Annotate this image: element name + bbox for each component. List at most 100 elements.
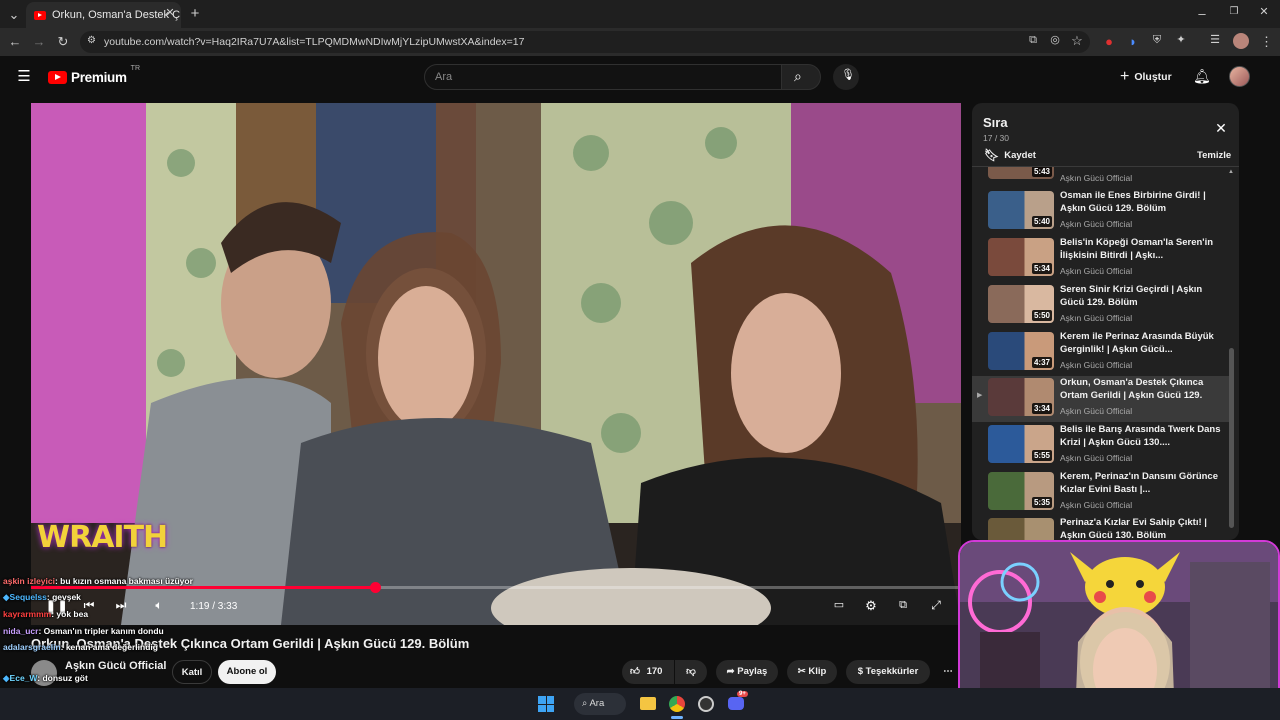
chat-message: kayrarmmm: yok bea [3,609,88,619]
clip-button[interactable]: ✂ Klip [787,660,837,684]
window-close-icon[interactable]: ✕ [1258,7,1270,18]
chrome-icon[interactable] [669,696,685,712]
queue-item[interactable]: 5:34 Belis'in Köpeği Osman'la Seren'in İl… [972,236,1234,282]
save-label: Kaydet [1004,149,1036,161]
channel-name[interactable]: Aşkın Gücü Official [65,660,166,672]
queue-item-channel: Aşkın Gücü Official [1060,500,1133,510]
queue-item-channel: Aşkın Gücü Official [1060,173,1133,183]
voice-search-button[interactable]: 🎙 [833,64,859,90]
dislike-button[interactable]: 👎︎ [675,660,707,684]
join-button[interactable]: Katıl [172,660,212,684]
duration-badge: 5:40 [1031,216,1052,227]
account-avatar[interactable] [1229,66,1250,87]
thanks-button[interactable]: $ Teşekkürler [846,660,930,684]
browser-menu-icon[interactable]: ⋮ [1260,35,1273,48]
taskbar-search-label: Ara [589,698,605,709]
queue-item[interactable]: 5:50 Seren Sinir Krizi Geçirdi | Aşkın Gü… [972,283,1234,329]
chat-text: : gevşek [46,592,81,602]
fullscreen-icon[interactable]: ⤢ [928,599,944,611]
hamburger-menu-icon[interactable]: ☰ [16,69,32,84]
profile-avatar[interactable] [1233,33,1249,49]
bookmark-star-icon[interactable]: ☆ [1070,34,1084,47]
chat-username: adalarsgraelin [3,642,61,652]
eye-off-icon[interactable]: ◎ [1048,35,1062,46]
install-icon[interactable]: ⧉ [1026,35,1040,46]
queue-item-channel: Aşkın Gücü Official [1060,406,1133,416]
progress-bar-fill [31,586,376,589]
taskbar-search[interactable]: ⌕ Ara [574,693,626,715]
create-button[interactable]: + Oluştur [1120,66,1172,88]
queue-scrollbar-thumb[interactable] [1229,348,1234,528]
volume-icon[interactable]: 🔈︎ [151,599,167,611]
queue-item[interactable]: 5:55 Belis ile Barış Arasında Twerk Dans … [972,423,1234,469]
address-bar[interactable]: ⚙ youtube.com/watch?v=Haq2IRa7U7A&list=T… [80,31,1090,53]
chat-message: nida_ucr: Osman'ın tripler kanım dondu [3,626,164,636]
more-actions-button[interactable]: ⋯ [936,660,960,684]
close-queue-icon[interactable]: ✕ [1214,121,1228,135]
browser-toolbar: ← → ↻ ⚙ youtube.com/watch?v=Haq2IRa7U7A&… [0,28,1280,56]
window-minimize-icon[interactable]: – [1196,7,1208,20]
queue-partial-item[interactable]: 5:43 Aşkın Gücü Official [972,167,1234,184]
queue-item[interactable]: 5:35 Kerem, Perinaz'ın Dansını Görünce Kı… [972,470,1234,516]
chat-message: adalarsgraelin: kenan ama değerlindiğ [3,642,158,652]
extensions-icon[interactable]: ✦ [1175,35,1187,46]
queue-item[interactable]: 4:37 Kerem ile Perinaz Arasında Büyük Ger… [972,330,1234,376]
chat-text: : Osman'ın tripler kanım dondu [38,626,164,636]
share-button[interactable]: ➦ Paylaş [716,660,778,684]
reading-list-icon[interactable]: ☰ [1209,35,1221,46]
miniplayer-icon[interactable]: ⧉ [895,600,911,611]
chat-text: : donsuz göt [37,673,88,683]
notifications-bell-icon[interactable]: 🔔︎ [1193,69,1211,83]
reload-icon[interactable]: ↻ [56,35,70,48]
next-icon[interactable]: ⏭ [113,599,129,611]
windows-start-icon[interactable] [538,696,554,712]
queue-item-channel: Aşkın Gücü Official [1060,453,1133,463]
chat-username: Sequelss [9,592,47,602]
browser-tab-active[interactable]: Orkun, Osman'a Destek Çık [26,2,181,28]
obs-icon[interactable] [698,696,714,712]
progress-bar-track[interactable] [31,582,961,593]
chat-username: Ece_W [9,673,38,683]
search-button[interactable]: ⌕ [781,64,821,90]
search-input[interactable]: Ara [424,64,782,90]
file-explorer-icon[interactable] [640,697,656,710]
site-info-icon[interactable]: ⚙ [87,36,96,46]
queue-item[interactable]: Perinaz'a Kızlar Evi Sahip Çıktı! | Aşkı… [972,516,1234,540]
settings-gear-icon[interactable]: ⚙ [863,599,879,612]
queue-position: 17 / 30 [983,133,1009,143]
clear-queue-button[interactable]: Temizle [1197,150,1231,161]
queue-item[interactable]: 5:40 Osman ile Enes Birbirine Girdi! | Aş… [972,189,1234,235]
extension-shield-icon[interactable]: ⛨ [1151,35,1163,46]
captions-icon[interactable]: ▭ [831,600,847,611]
logo-text: Premium [71,69,127,85]
window-restore-icon[interactable]: ❐ [1228,7,1240,17]
tab-title: Orkun, Osman'a Destek Çık [52,9,181,21]
overlay-logo: WRAITH [37,520,168,555]
forward-icon[interactable]: → [32,35,46,48]
tab-close-icon[interactable]: ✕ [164,8,176,19]
youtube-logo[interactable]: Premium TR [48,65,140,85]
new-tab-icon[interactable]: + [188,6,202,21]
queue-item-title: Belis ile Barış Arasında Twerk Dans Kriz… [1060,424,1221,448]
taskbar-search-icon: ⌕ [582,698,588,709]
scroll-up-arrow-icon[interactable]: ▲ [1228,169,1234,175]
extension-blue-icon[interactable]: ◗ [1127,35,1139,48]
queue-thumbnail: 5:43 [988,167,1054,179]
subscribe-button[interactable]: Abone ol [218,660,276,684]
chat-username: kayrarmmm [3,609,52,619]
plus-icon: + [1120,68,1130,85]
save-queue-button[interactable]: 🔖︎ Kaydet [984,148,1036,162]
like-button[interactable]: 👍︎ 170 [622,660,674,684]
queue-thumbnail: 5:55 [988,425,1054,463]
queue-item-current[interactable]: ▶ 3:34 Orkun, Osman'a Destek Çıkınca Ortam… [972,376,1234,422]
chat-message: ◆Sequelss: gevşek [3,592,81,603]
queue-item-title: Belis'in Köpeği Osman'la Seren'in İlişki… [1060,237,1214,261]
tab-search-icon[interactable]: ⌄ [8,8,20,21]
chat-message: aşkin izleyici: bu kızın osmana bakması … [3,576,193,586]
extension-red-icon[interactable]: ● [1103,35,1115,48]
video-player[interactable]: WRAITH ❚❚ ⏮ ⏭ 🔈︎ 1:19 / 3:33 ▭ ⚙ ⧉ ⤢ [31,103,961,625]
back-icon[interactable]: ← [8,35,22,48]
create-label: Oluştur [1134,71,1172,83]
logo-country-badge: TR [130,65,141,72]
discord-icon[interactable] [728,697,744,710]
